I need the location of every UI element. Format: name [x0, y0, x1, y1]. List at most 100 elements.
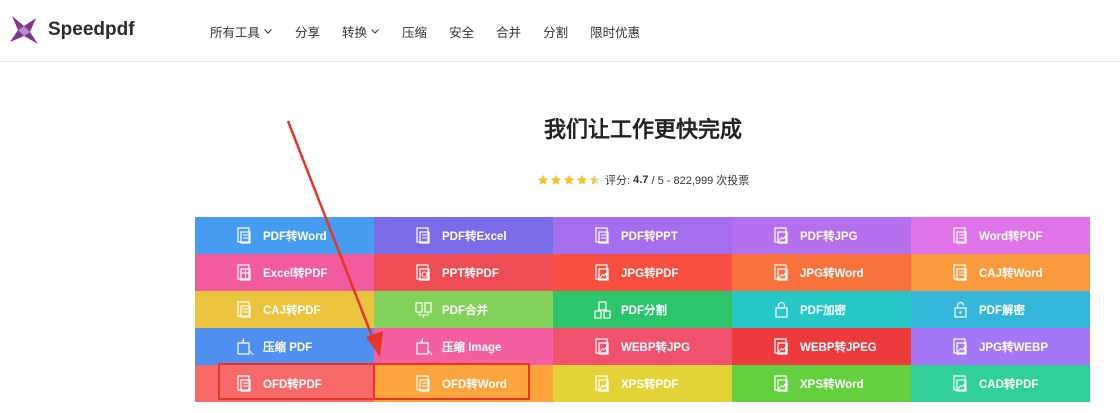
- nav-item-2[interactable]: 转换: [342, 22, 380, 41]
- tool-label: OFD转Word: [442, 378, 507, 391]
- tool-tile[interactable]: WEBP转JPG: [553, 328, 732, 365]
- tool-tile[interactable]: XPS转PDF: [553, 365, 732, 402]
- main-nav: 所有工具 分享 转换 压缩 安全 合并 分割 限时优惠: [210, 0, 662, 62]
- tools-grid: PDF转Word PDF转Excel PDF转PPT PDF转JPG Word转PDF E…: [195, 217, 1090, 402]
- file-convert-icon: [416, 375, 430, 392]
- tool-tile[interactable]: PDF转Excel: [374, 217, 553, 254]
- tool-tile[interactable]: JPG转Word: [732, 254, 911, 291]
- file-convert-icon: [595, 227, 609, 244]
- rating-score: 4.7: [633, 174, 649, 186]
- nav-item-5[interactable]: 合并: [496, 22, 521, 41]
- tool-label: 压缩 PDF: [263, 341, 313, 354]
- tool-label: XPS转Word: [800, 378, 864, 391]
- tool-tile[interactable]: 压缩 Image: [374, 328, 553, 365]
- nav-item-label: 所有工具: [210, 25, 261, 40]
- unlock-icon: [954, 301, 967, 318]
- tool-tile[interactable]: CAJ转PDF: [195, 291, 374, 328]
- brand-name: Speedpdf: [48, 19, 135, 40]
- image-file-icon: [953, 375, 967, 392]
- nav-item-6[interactable]: 分割: [543, 22, 568, 41]
- tool-label: WEBP转JPEG: [800, 341, 877, 354]
- image-file-icon: [595, 338, 609, 355]
- rating-votes: / 5 - 822,999 次投票: [651, 175, 750, 187]
- star-icon[interactable]: [576, 174, 588, 186]
- tool-tile[interactable]: CAJ转Word: [911, 254, 1090, 291]
- tool-tile[interactable]: PDF解密: [911, 291, 1090, 328]
- rating-label: 评分:: [605, 175, 631, 187]
- image-file-icon: [774, 375, 788, 392]
- lock-icon: [775, 301, 788, 318]
- tool-label: Word转PDF: [979, 230, 1043, 243]
- speedpdf-logo-icon: [10, 16, 38, 44]
- star-icon[interactable]: [589, 174, 601, 186]
- file-convert-icon: [953, 227, 967, 244]
- tool-label: PDF合并: [442, 304, 488, 317]
- tool-label: Excel转PDF: [263, 267, 328, 280]
- rating-stars[interactable]: [537, 174, 602, 186]
- tool-tile[interactable]: JPG转WEBP: [911, 328, 1090, 365]
- slides-file-icon: [416, 264, 430, 281]
- nav-item-label: 压缩: [402, 25, 428, 40]
- nav-item-label: 分享: [295, 25, 321, 40]
- star-icon[interactable]: [537, 174, 549, 186]
- tool-tile[interactable]: CAD转PDF: [911, 365, 1090, 402]
- file-convert-icon: [416, 227, 430, 244]
- tool-label: PDF转Excel: [442, 230, 507, 243]
- nav-item-4[interactable]: 安全: [449, 22, 474, 41]
- image-file-icon: [774, 227, 788, 244]
- nav-item-label: 分割: [543, 25, 569, 40]
- tool-tile[interactable]: Word转PDF: [911, 217, 1090, 254]
- file-convert-icon: [237, 375, 251, 392]
- tool-tile[interactable]: PDF转JPG: [732, 217, 911, 254]
- tool-tile[interactable]: 压缩 PDF: [195, 328, 374, 365]
- compress-icon: [237, 338, 254, 356]
- tool-label: PDF转Word: [263, 230, 327, 243]
- tool-tile[interactable]: PDF转PPT: [553, 217, 732, 254]
- brand-logo[interactable]: Speedpdf: [8, 14, 135, 46]
- file-convert-icon: [237, 301, 251, 318]
- split-icon: [594, 301, 611, 319]
- table-file-icon: [237, 264, 251, 281]
- image-file-icon: [774, 264, 788, 281]
- tool-tile[interactable]: XPS转Word: [732, 365, 911, 402]
- tool-tile[interactable]: OFD转Word: [374, 365, 553, 402]
- nav-item-1[interactable]: 分享: [295, 22, 320, 41]
- rating-bar: 评分: 4.7 / 5 - 822,999 次投票: [537, 172, 749, 188]
- star-icon[interactable]: [550, 174, 562, 186]
- nav-item-label: 限时优惠: [590, 25, 641, 40]
- tool-label: OFD转PDF: [263, 378, 322, 391]
- tool-tile[interactable]: WEBP转JPEG: [732, 328, 911, 365]
- file-convert-icon: [953, 264, 967, 281]
- tool-tile[interactable]: OFD转PDF: [195, 365, 374, 402]
- tool-label: WEBP转JPG: [621, 341, 691, 354]
- tool-label: CAJ转Word: [979, 267, 1043, 280]
- tool-tile[interactable]: JPG转PDF: [553, 254, 732, 291]
- tool-label: PDF转PPT: [621, 230, 678, 243]
- nav-item-3[interactable]: 压缩: [402, 22, 427, 41]
- tool-tile[interactable]: PDF分割: [553, 291, 732, 328]
- tool-tile[interactable]: PDF加密: [732, 291, 911, 328]
- tool-label: PDF加密: [800, 304, 846, 317]
- top-header: Speedpdf 所有工具 分享 转换 压缩 安全 合并 分割 限时优惠: [0, 0, 1120, 62]
- star-icon[interactable]: [563, 174, 575, 186]
- merge-icon: [415, 302, 432, 318]
- tool-label: PPT转PDF: [442, 267, 499, 280]
- tool-label: PDF解密: [979, 304, 1025, 317]
- tool-tile[interactable]: PPT转PDF: [374, 254, 553, 291]
- nav-item-label: 安全: [449, 25, 475, 40]
- tool-tile[interactable]: PDF合并: [374, 291, 553, 328]
- nav-item-label: 合并: [496, 25, 522, 40]
- tool-tile[interactable]: Excel转PDF: [195, 254, 374, 291]
- tool-label: JPG转WEBP: [979, 341, 1049, 354]
- compress-icon: [416, 338, 433, 356]
- nav-item-0[interactable]: 所有工具: [210, 22, 273, 41]
- tool-label: CAJ转PDF: [263, 304, 321, 317]
- nav-item-7[interactable]: 限时优惠: [590, 22, 640, 41]
- image-file-icon: [774, 338, 788, 355]
- nav-item-label: 转换: [342, 25, 368, 40]
- image-file-icon: [595, 264, 609, 281]
- tool-tile[interactable]: PDF转Word: [195, 217, 374, 254]
- tool-label: 压缩 Image: [442, 341, 502, 354]
- tool-label: JPG转Word: [800, 267, 864, 280]
- image-file-icon: [953, 338, 967, 355]
